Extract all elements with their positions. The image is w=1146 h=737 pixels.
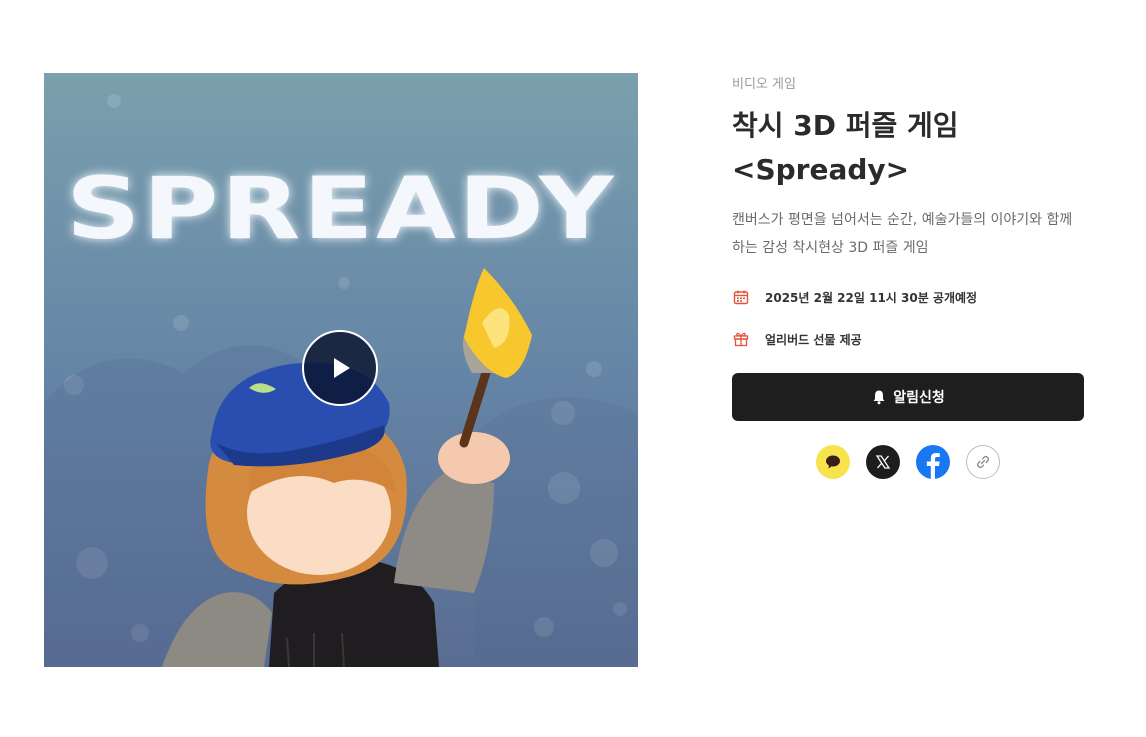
gift-icon (732, 330, 750, 348)
share-facebook-button[interactable] (916, 445, 950, 479)
share-buttons (732, 445, 1084, 479)
notify-button-label: 알림신청 (893, 390, 945, 406)
play-button[interactable] (302, 330, 378, 406)
game-info-panel: 비디오 게임 착시 3D 퍼즐 게임 <Spready> 캔버스가 평면을 넘어… (732, 76, 1084, 479)
link-icon (976, 455, 990, 469)
play-icon (334, 358, 350, 378)
share-link-button[interactable] (966, 445, 1000, 479)
title-line-1: 착시 3D 퍼즐 게임 (732, 109, 959, 142)
kakao-icon (826, 455, 840, 469)
spready-logo: SPREADY (66, 159, 616, 259)
release-date-text: 2025년 2월 22일 11시 30분 공개예정 (765, 290, 978, 305)
share-kakao-button[interactable] (816, 445, 850, 479)
facebook-icon (926, 453, 940, 479)
game-description: 캔버스가 평면을 넘어서는 순간, 예술가들의 이야기와 함께하는 감성 착시현… (732, 212, 1073, 256)
calendar-icon (732, 288, 750, 306)
gift-text: 얼리버드 선물 제공 (765, 332, 862, 347)
release-date-row: 2025년 2월 22일 11시 30분 공개예정 (732, 286, 1084, 308)
category-label: 비디오 게임 (732, 77, 796, 92)
game-key-visual[interactable]: SPREADY (44, 73, 638, 667)
title-line-2: <Spready> (732, 153, 910, 186)
gift-row: 얼리버드 선물 제공 (732, 328, 1084, 350)
x-icon (875, 455, 891, 469)
share-x-button[interactable] (866, 445, 900, 479)
page-title: 착시 3D 퍼즐 게임 <Spready> (732, 104, 1084, 192)
bell-icon (871, 389, 887, 405)
notify-button[interactable]: 알림신청 (732, 373, 1084, 421)
